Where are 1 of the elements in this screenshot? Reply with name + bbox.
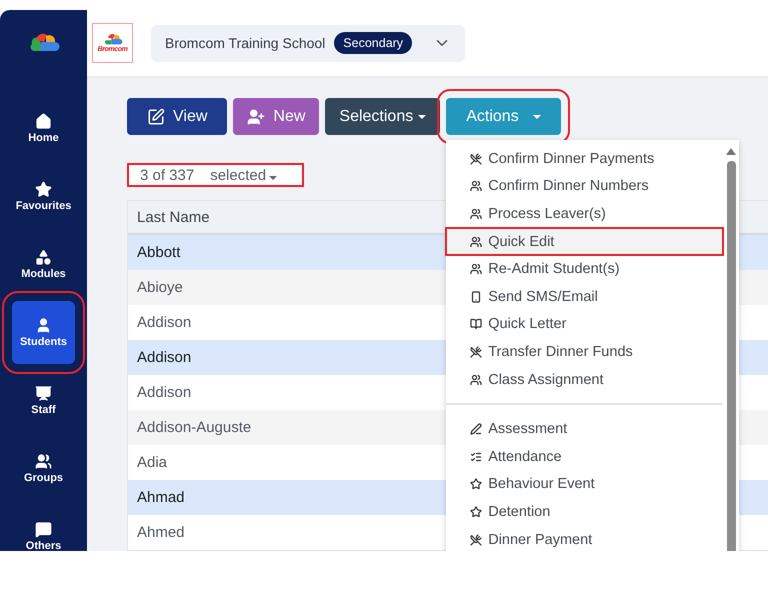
phase-badge: Secondary	[334, 32, 412, 54]
